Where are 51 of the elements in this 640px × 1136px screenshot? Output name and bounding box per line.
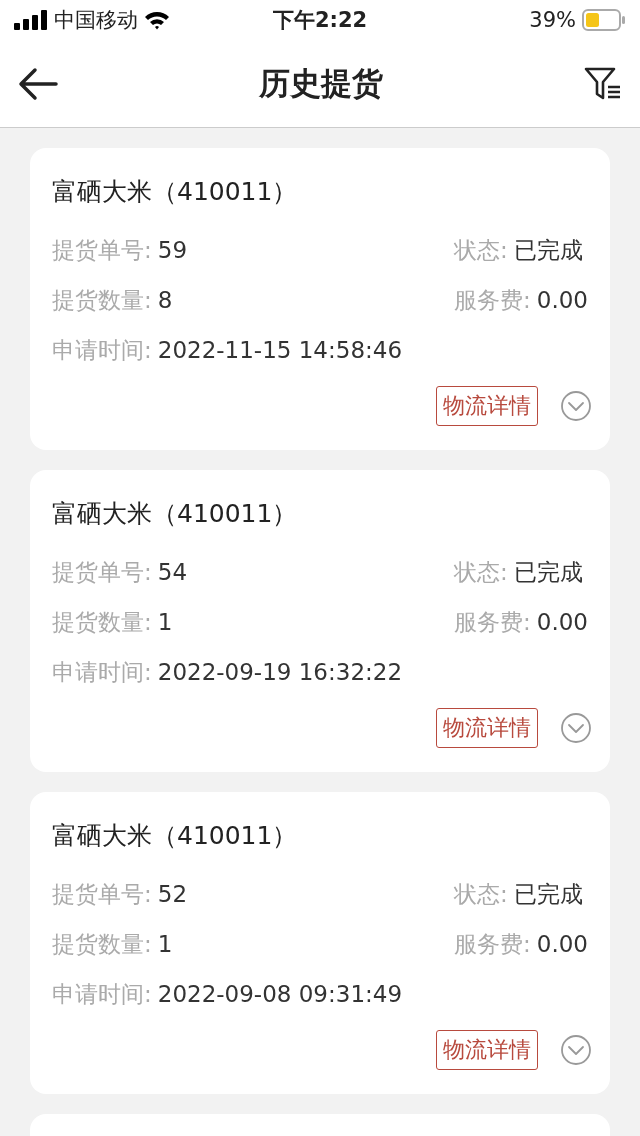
field-label: 提货单号: <box>52 557 152 587</box>
field-value: 52 <box>157 881 188 907</box>
expand-toggle[interactable] <box>560 712 592 744</box>
battery-icon <box>582 9 626 31</box>
field-label: 状态: <box>454 879 508 909</box>
field-value: 59 <box>157 237 188 263</box>
filter-icon <box>584 65 622 102</box>
logistics-button[interactable]: 物流详情 <box>436 708 538 748</box>
field-value: 54 <box>157 559 188 585</box>
field-value: 0.00 <box>536 931 588 957</box>
field-value: 0.00 <box>536 609 588 635</box>
field-value: 已完成 <box>513 557 583 587</box>
field-label: 服务费: <box>454 285 531 315</box>
page-title: 历史提货 <box>259 63 383 103</box>
field-label: 状态: <box>454 557 508 587</box>
expand-toggle[interactable] <box>560 390 592 422</box>
chevron-circle-icon <box>560 1034 592 1066</box>
field-label: 状态: <box>454 235 508 265</box>
field-label: 申请时间: <box>52 657 152 687</box>
field-label: 提货数量: <box>52 607 152 637</box>
product-name: 富硒大米（410011） <box>52 498 299 530</box>
wifi-icon <box>144 10 170 30</box>
carrier-name: 中国移动 <box>54 7 138 34</box>
field-label: 提货数量: <box>52 285 152 315</box>
field-value: 1 <box>157 931 173 957</box>
battery-percent: 39% <box>529 8 576 32</box>
field-label: 申请时间: <box>52 979 152 1009</box>
field-label: 提货单号: <box>52 235 152 265</box>
field-value: 已完成 <box>513 235 583 265</box>
field-label: 服务费: <box>454 607 531 637</box>
logistics-button[interactable]: 物流详情 <box>436 1030 538 1070</box>
product-name: 富硒大米（410011） <box>52 820 299 852</box>
field-value: 2022-11-15 14:58:46 <box>157 337 403 363</box>
field-value: 1 <box>157 609 173 635</box>
field-label: 提货单号: <box>52 879 152 909</box>
back-arrow-icon <box>18 66 58 101</box>
chevron-circle-icon <box>560 712 592 744</box>
expand-toggle[interactable] <box>560 1034 592 1066</box>
field-value: 已完成 <box>513 879 583 909</box>
signal-icon <box>14 10 48 30</box>
field-value: 8 <box>157 287 173 313</box>
field-label: 申请时间: <box>52 335 152 365</box>
field-value: 2022-09-08 09:31:49 <box>157 981 403 1007</box>
field-value: 0.00 <box>536 287 588 313</box>
product-name: 富硒大米（410011） <box>52 176 299 208</box>
field-value: 2022-09-19 16:32:22 <box>157 659 403 685</box>
chevron-circle-icon <box>560 390 592 422</box>
field-label: 提货数量: <box>52 929 152 959</box>
status-time: 下午2:22 <box>272 7 368 34</box>
logistics-button[interactable]: 物流详情 <box>436 386 538 426</box>
field-label: 服务费: <box>454 929 531 959</box>
